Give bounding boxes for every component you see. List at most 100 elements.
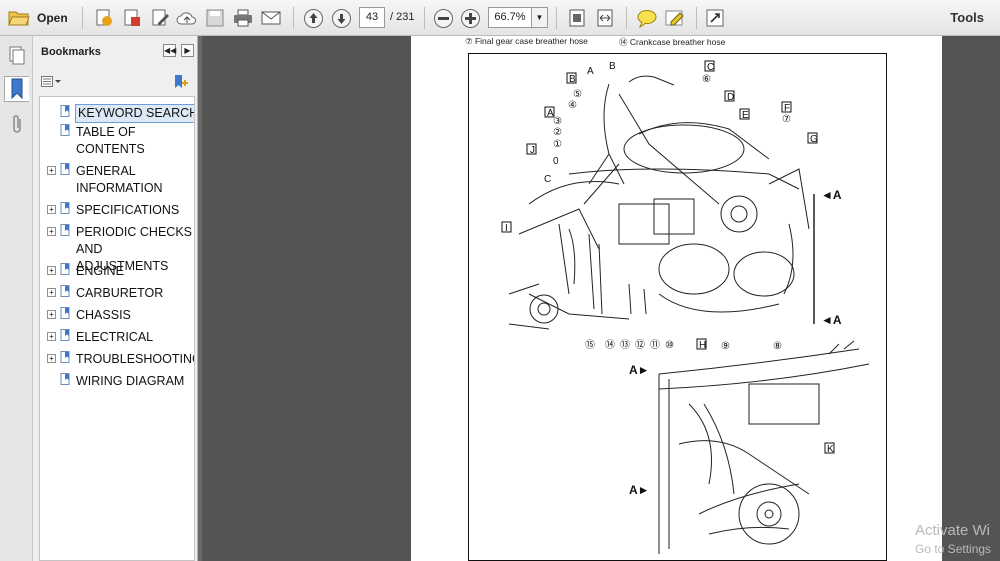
expand-toggle-icon[interactable]: + [47, 310, 56, 319]
panel-splitter[interactable] [198, 36, 202, 561]
bookmark-label[interactable]: ELECTRICAL [76, 329, 153, 346]
svg-text:⑤: ⑤ [573, 89, 582, 100]
previous-page-icon[interactable] [302, 7, 324, 29]
activation-watermark-subtitle: Go to Settings [915, 542, 992, 556]
document-page: ⑦ Final gear case breather hose ⑭ Crankc… [411, 36, 942, 561]
zoom-in-icon[interactable] [459, 7, 481, 29]
svg-text:⑫: ⑫ [635, 339, 645, 351]
bookmark-icon [60, 351, 72, 368]
svg-text:②: ② [553, 127, 562, 138]
svg-text:⑥: ⑥ [702, 74, 711, 85]
expand-toggle-icon[interactable]: + [47, 288, 56, 297]
expand-toggle-icon[interactable]: + [47, 166, 56, 175]
bookmark-item[interactable]: + CHASSIS [40, 307, 194, 325]
edit-pdf-icon[interactable] [149, 7, 171, 29]
bookmark-icon [60, 124, 72, 141]
svg-text:J: J [530, 145, 535, 156]
save-icon[interactable] [204, 7, 226, 29]
open-button-label[interactable]: Open [37, 11, 68, 25]
fit-page-icon[interactable] [566, 7, 588, 29]
bookmark-label[interactable]: CHASSIS [76, 307, 131, 324]
svg-text:H: H [699, 340, 706, 351]
bookmark-icon [60, 105, 72, 122]
zoom-dropdown-button[interactable]: ▼ [532, 7, 548, 28]
svg-text:A: A [587, 66, 594, 77]
bookmark-icon [60, 285, 72, 302]
fit-width-icon[interactable] [594, 7, 616, 29]
tools-button[interactable]: Tools [950, 10, 984, 25]
bookmark-item[interactable]: + ENGINE [40, 263, 194, 281]
new-bookmark-icon[interactable] [173, 74, 189, 93]
expand-toggle-icon[interactable]: + [47, 266, 56, 275]
bookmark-label[interactable]: GENERAL INFORMATION [76, 163, 194, 197]
bookmark-label[interactable]: KEYWORD SEARCH [75, 104, 194, 123]
email-icon[interactable] [260, 7, 282, 29]
svg-text:G: G [810, 134, 818, 145]
svg-text:⑧: ⑧ [773, 341, 782, 352]
bookmark-item[interactable]: + TROUBLESHOOTING [40, 351, 194, 369]
page-thumbnails-icon[interactable] [4, 42, 29, 68]
svg-text:③: ③ [553, 116, 562, 127]
bookmark-item[interactable]: KEYWORD SEARCH [40, 104, 194, 123]
bookmark-item[interactable]: TABLE OF CONTENTS [40, 124, 194, 160]
caption-right: ⑭ Crankcase breather hose [619, 37, 726, 47]
bookmark-icon [60, 373, 72, 390]
expand-toggle-icon[interactable]: + [47, 205, 56, 214]
bookmarks-panel-icon[interactable] [4, 76, 29, 102]
bookmark-item[interactable]: WIRING DIAGRAM [40, 373, 194, 391]
bookmark-icon [60, 224, 72, 241]
bookmarks-panel: Bookmarks ◀◀ ▶ KEYWORD SEARCH TABLE OF CO… [33, 36, 198, 561]
highlight-icon[interactable] [664, 7, 686, 29]
bookmark-icon [60, 307, 72, 324]
expand-toggle-icon[interactable]: + [47, 354, 56, 363]
next-page-icon[interactable] [330, 7, 352, 29]
svg-text:①: ① [553, 139, 562, 150]
bookmark-options-icon[interactable] [41, 76, 63, 91]
zoom-level-input[interactable]: 66.7% [488, 7, 532, 28]
bookmark-icon [60, 329, 72, 346]
bookmark-icon [60, 263, 72, 280]
bookmark-item[interactable]: + SPECIFICATIONS [40, 202, 194, 220]
svg-text:⑩: ⑩ [665, 340, 674, 351]
create-pdf-icon[interactable] [93, 7, 115, 29]
svg-text:◄A: ◄A [821, 188, 842, 202]
svg-text:⑨: ⑨ [721, 341, 730, 352]
svg-text:E: E [742, 110, 749, 121]
bookmark-icon [60, 202, 72, 219]
svg-text:K: K [827, 444, 834, 455]
svg-text:A►: A► [629, 483, 650, 497]
bookmark-label[interactable]: ENGINE [76, 263, 124, 280]
expand-panel-button[interactable]: ▶ [181, 44, 194, 57]
bookmark-label[interactable]: TROUBLESHOOTING [76, 351, 194, 368]
comment-icon[interactable] [636, 7, 658, 29]
svg-text:⑪: ⑪ [650, 339, 660, 351]
bookmark-label[interactable]: TABLE OF CONTENTS [76, 124, 194, 158]
folder-open-icon[interactable] [8, 7, 30, 29]
bookmark-label[interactable]: CARBURETOR [76, 285, 163, 302]
print-icon[interactable] [232, 7, 254, 29]
page-number-input[interactable]: 43 [359, 7, 385, 28]
bookmark-icon [60, 163, 72, 180]
illustration-frame: AB B C C0 D E F G H I J K A ◄A ◄A A► A► [468, 53, 887, 561]
bookmark-item[interactable]: + ELECTRICAL [40, 329, 194, 347]
svg-text:④: ④ [568, 100, 577, 111]
svg-text:I: I [505, 223, 508, 234]
navigation-rail [0, 36, 33, 561]
svg-text:D: D [727, 92, 734, 103]
attachments-icon[interactable] [4, 112, 29, 138]
bookmark-label[interactable]: SPECIFICATIONS [76, 202, 179, 219]
cloud-upload-icon[interactable] [176, 7, 198, 29]
bookmark-item[interactable]: + GENERAL INFORMATION [40, 163, 194, 199]
fullscreen-icon[interactable] [704, 7, 726, 29]
bookmark-item[interactable]: + CARBURETOR [40, 285, 194, 303]
bookmark-label[interactable]: WIRING DIAGRAM [76, 373, 184, 390]
svg-text:C: C [707, 62, 714, 73]
collapse-panel-button[interactable]: ◀◀ [163, 44, 176, 57]
svg-text:B: B [609, 61, 616, 72]
activation-watermark-title: Activate Wi [915, 522, 991, 539]
expand-toggle-icon[interactable]: + [47, 227, 56, 236]
export-pdf-icon[interactable] [121, 7, 143, 29]
expand-toggle-icon[interactable]: + [47, 332, 56, 341]
bookmark-item[interactable]: + PERIODIC CHECKS AND ADJUSTMENTS [40, 224, 194, 273]
zoom-out-icon[interactable] [432, 7, 454, 29]
